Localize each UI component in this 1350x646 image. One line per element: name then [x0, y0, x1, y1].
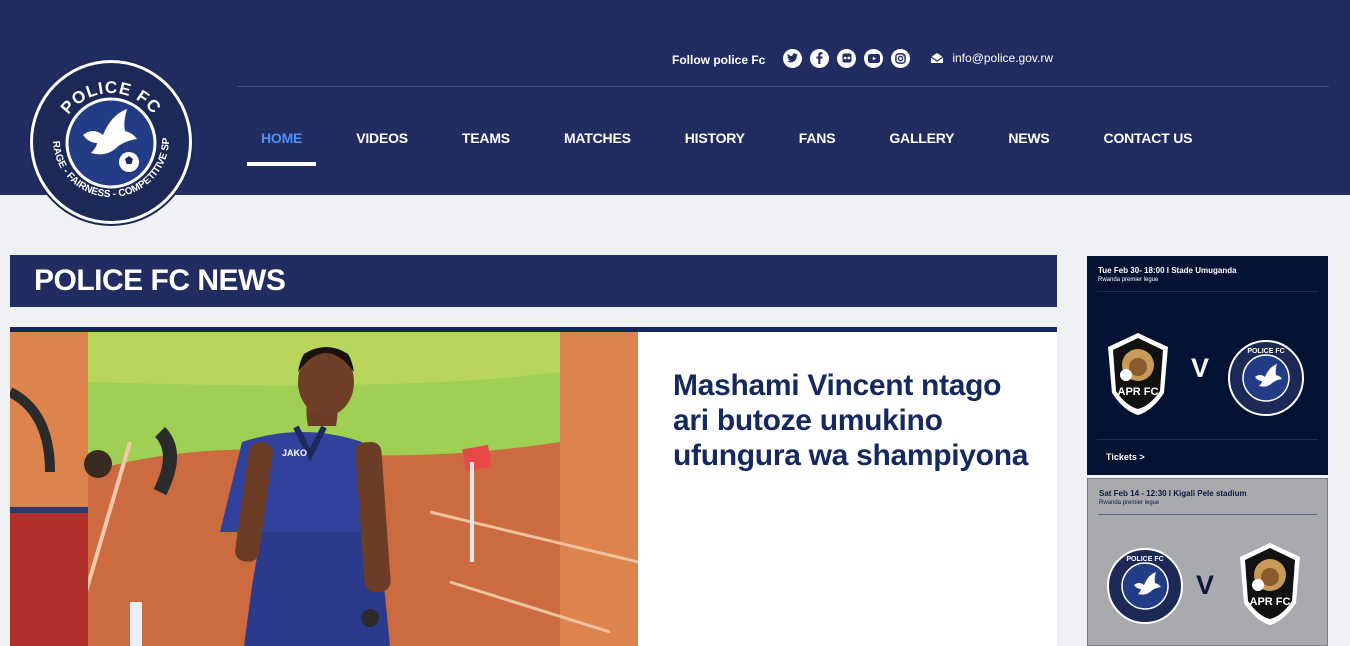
tickets-link[interactable]: Tickets >	[1106, 452, 1145, 462]
match-date-venue: Sat Feb 14 - 12:30 I Kigali Pele stadium	[1099, 489, 1247, 498]
crest-label: APR FC	[1250, 596, 1291, 608]
featured-news-card[interactable]: JAKO Mashami Vincent ntago ari butoze um…	[10, 327, 1057, 646]
facebook-icon[interactable]	[810, 48, 830, 68]
match-vs: V	[1191, 353, 1210, 383]
nav-videos[interactable]: VIDEOS	[342, 120, 422, 166]
nav-contact-us[interactable]: CONTACT US	[1090, 120, 1207, 166]
header-topbar: Follow police Fc info@police.gov.rw	[672, 46, 1053, 70]
crest-label: POLICE FC	[1126, 556, 1163, 563]
header-divider	[237, 86, 1329, 87]
crest-label: APR FC	[1118, 386, 1159, 398]
email-address: info@police.gov.rw	[952, 51, 1054, 65]
youtube-icon[interactable]	[864, 48, 884, 68]
match-vs: V	[1196, 570, 1215, 600]
crest-label: POLICE FC	[1247, 348, 1284, 355]
match-date-venue: Tue Feb 30- 18:00 I Stade Umuganda	[1098, 266, 1237, 275]
nav-teams[interactable]: TEAMS	[448, 120, 524, 166]
nav-fans[interactable]: FANS	[785, 120, 850, 166]
nav-news[interactable]: NEWS	[994, 120, 1063, 166]
match-divider	[1098, 514, 1317, 515]
nav-matches[interactable]: MATCHES	[550, 120, 645, 166]
social-links	[783, 48, 911, 68]
featured-news-headline[interactable]: Mashami Vincent ntago ari butoze umukino…	[673, 368, 1033, 473]
instagram-icon[interactable]	[891, 48, 911, 68]
match-card[interactable]: Sat Feb 14 - 12:30 I Kigali Pele stadium…	[1087, 478, 1328, 646]
news-section-header: POLICE FC NEWS	[10, 255, 1057, 307]
follow-label: Follow police Fc	[672, 53, 766, 67]
nav-home[interactable]: HOME	[247, 120, 317, 166]
police-fc-crest-icon: POLICE FC	[1228, 340, 1304, 416]
email-link[interactable]: info@police.gov.rw	[930, 51, 1053, 65]
match-divider	[1097, 291, 1318, 292]
match-card[interactable]: Tue Feb 30- 18:00 I Stade Umuganda Rwand…	[1087, 256, 1328, 475]
shirt-brand-text: JAKO	[282, 448, 307, 458]
police-fc-crest-icon: POLICE FC	[1107, 548, 1183, 624]
match-divider	[1097, 439, 1318, 440]
featured-news-image[interactable]: JAKO	[10, 332, 638, 646]
apr-fc-crest-icon: APR FC	[1240, 543, 1300, 625]
main-nav: HOME VIDEOS TEAMS MATCHES HISTORY FANS G…	[247, 120, 1232, 166]
match-league: Rwanda premier legue	[1098, 277, 1159, 283]
envelope-icon	[930, 52, 944, 64]
twitter-icon[interactable]	[783, 48, 803, 68]
site-header: Follow police Fc info@police.gov.rw HOME…	[0, 0, 1350, 195]
match-league: Rwanda premier legue	[1099, 500, 1160, 506]
club-logo[interactable]: POLICE FC COURAGE - FAIRNESS - COMPETITI…	[30, 60, 192, 224]
nav-history[interactable]: HISTORY	[671, 120, 759, 166]
flickr-icon[interactable]	[837, 48, 857, 68]
news-section-title: POLICE FC NEWS	[34, 264, 286, 297]
nav-gallery[interactable]: GALLERY	[875, 120, 968, 166]
apr-fc-crest-icon: APR FC	[1108, 333, 1168, 415]
